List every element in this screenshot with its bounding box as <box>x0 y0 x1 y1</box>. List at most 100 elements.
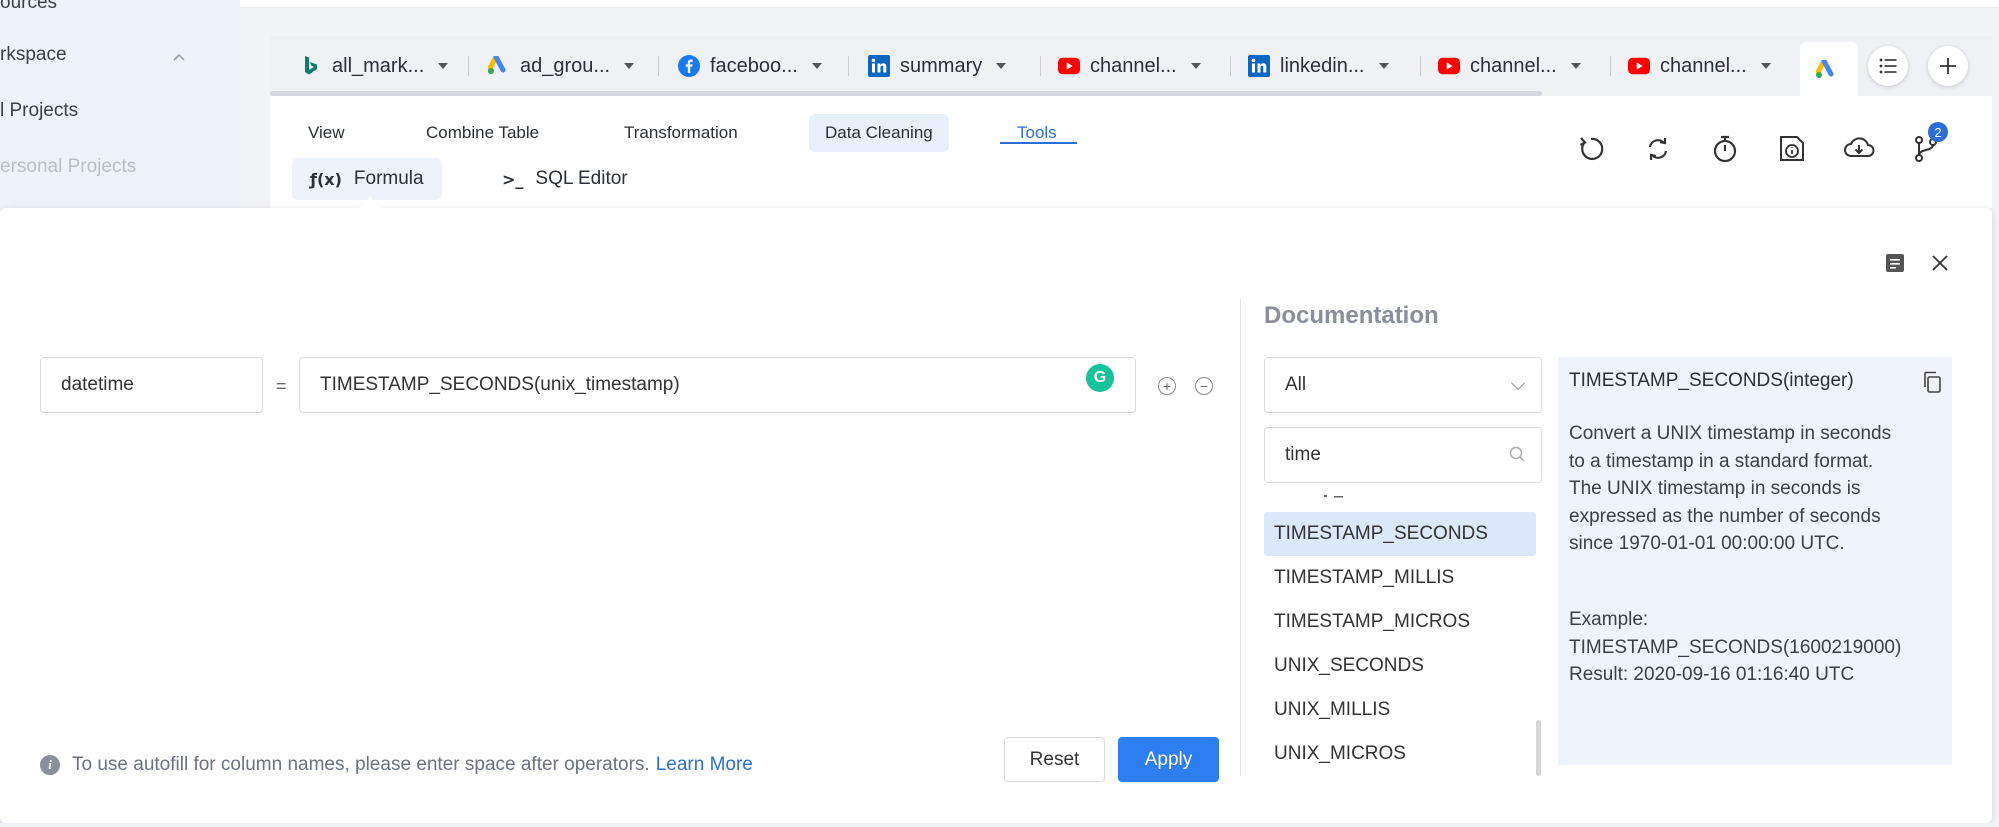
google-ads-icon <box>488 55 510 77</box>
tab-label: all_mark... <box>332 54 425 77</box>
tab-list-button[interactable] <box>1868 46 1908 86</box>
undo-icon <box>1579 137 1604 161</box>
formula-tool-label: Formula <box>353 168 424 189</box>
menu-data-cleaning[interactable]: Data Cleaning <box>809 114 949 152</box>
formula-expression-input[interactable]: TIMESTAMP_SECONDS(unix_timestamp) <box>299 357 1136 413</box>
tab-ad-groups[interactable]: ad_grou... <box>488 36 635 96</box>
tab-summary[interactable]: summary <box>868 36 1007 96</box>
function-item[interactable]: UNIX_MILLIS <box>1264 688 1536 732</box>
autofill-hint: i To use autofill for column names, plea… <box>40 754 753 776</box>
tab-linkedin[interactable]: linkedin... <box>1248 36 1389 96</box>
function-list-scrollbar[interactable] <box>1536 720 1541 776</box>
documentation-title: Documentation <box>1264 302 1439 329</box>
tab-active[interactable] <box>1800 42 1858 96</box>
chevron-up-icon[interactable] <box>172 50 186 64</box>
notification-badge: 2 <box>1928 122 1948 142</box>
caret-down-icon[interactable] <box>624 63 635 69</box>
plus-icon <box>1940 58 1956 74</box>
stopwatch-icon <box>1713 135 1737 163</box>
function-item[interactable]: UNIX_SECONDS <box>1264 644 1536 688</box>
caret-down-icon[interactable] <box>811 63 822 69</box>
menu-view[interactable]: View <box>292 114 361 152</box>
youtube-icon <box>1058 55 1080 77</box>
close-icon[interactable] <box>1929 252 1951 274</box>
dialog-divider <box>1240 298 1241 776</box>
sidebar-item-all-projects[interactable]: l Projects <box>0 100 78 122</box>
sidebar-item-resources[interactable]: ources <box>0 0 57 14</box>
tab-label: linkedin... <box>1280 54 1365 77</box>
column-name-input[interactable]: datetime <box>40 357 263 413</box>
tab-youtube-channel-2[interactable]: channel... <box>1438 36 1581 96</box>
example-result: Result: 2020-09-16 01:16:40 UTC <box>1569 664 1855 685</box>
function-search-input[interactable]: time <box>1264 427 1542 483</box>
reset-button[interactable]: Reset <box>1004 737 1105 782</box>
tab-label: channel... <box>1090 54 1177 77</box>
sidebar-item-personal-projects[interactable]: ersonal Projects <box>0 156 136 178</box>
caret-down-icon[interactable] <box>438 63 449 69</box>
equals-sign: = <box>276 376 287 396</box>
apply-button[interactable]: Apply <box>1118 737 1219 782</box>
grammarly-icon[interactable]: G <box>1086 364 1114 392</box>
function-item[interactable]: UNIX_MICROS <box>1264 732 1536 776</box>
youtube-icon <box>1628 55 1650 77</box>
active-menu-underline <box>1000 142 1077 144</box>
menu-transformation[interactable]: Transformation <box>608 114 754 152</box>
tab-facebook[interactable]: faceboo... <box>678 36 822 96</box>
action-icon-panel <box>1545 96 1992 208</box>
caret-down-icon[interactable] <box>996 63 1007 69</box>
refresh-icon <box>1648 138 1668 160</box>
hint-text: To use autofill for column names, please… <box>72 754 650 775</box>
function-item[interactable]: TIMESTAMP_SECONDS <box>1264 512 1536 556</box>
function-description: Convert a UNIX timestamp in seconds to a… <box>1569 423 1892 554</box>
tab-separator <box>1040 56 1041 76</box>
timer-button[interactable] <box>1708 132 1742 166</box>
caret-down-icon[interactable] <box>1570 63 1581 69</box>
caret-down-icon[interactable] <box>1760 63 1771 69</box>
add-tab-button[interactable] <box>1928 46 1968 86</box>
caret-down-icon[interactable] <box>1190 63 1201 69</box>
linkedin-icon <box>868 55 890 77</box>
menu-tools[interactable]: Tools <box>1001 114 1073 152</box>
function-signature: TIMESTAMP_SECONDS(integer) <box>1569 370 1854 391</box>
linkedin-icon <box>1248 55 1270 77</box>
function-item[interactable]: TIMESTAMP_MICROS <box>1264 600 1536 644</box>
category-select[interactable]: All <box>1264 357 1542 413</box>
notes-icon[interactable] <box>1884 252 1906 274</box>
tab-separator <box>658 56 659 76</box>
function-item[interactable]: TIMESTAMP_MILLIS <box>1264 556 1536 600</box>
cloud-download-button[interactable] <box>1842 132 1876 166</box>
menu-combine-table[interactable]: Combine Table <box>410 114 555 152</box>
chevron-down-icon <box>1510 375 1526 391</box>
top-strip <box>240 0 1999 8</box>
learn-more-link[interactable]: Learn More <box>656 754 753 776</box>
toolbar-panel: View Combine Table Transformation Data C… <box>270 96 1545 208</box>
sql-editor-label: SQL Editor <box>535 168 628 189</box>
function-list: TIMESTAMP_SECONDS TIMESTAMP_MILLIS TIMES… <box>1264 492 1536 776</box>
function-search-value: time <box>1285 444 1321 465</box>
tab-all-marketing[interactable]: all_mark... <box>300 36 449 96</box>
example-label: Example: <box>1569 609 1649 630</box>
add-formula-button[interactable]: + <box>1158 377 1176 395</box>
category-select-value: All <box>1285 374 1307 395</box>
copy-icon[interactable] <box>1922 371 1942 393</box>
documentation-panel <box>1558 357 1952 765</box>
tab-separator <box>1230 56 1231 76</box>
info-button[interactable] <box>1775 132 1809 166</box>
sql-editor-button[interactable]: >_ SQL Editor <box>484 158 646 200</box>
undo-button[interactable] <box>1574 132 1608 166</box>
bottom-strip <box>0 823 1999 827</box>
facebook-icon <box>678 55 700 77</box>
caret-down-icon[interactable] <box>1378 63 1389 69</box>
tab-youtube-channel-3[interactable]: channel... <box>1628 36 1771 96</box>
tab-label: ad_grou... <box>520 54 611 77</box>
sidebar-item-workspace[interactable]: rkspace <box>0 44 67 66</box>
remove-formula-button[interactable]: − <box>1195 377 1213 395</box>
tab-label: channel... <box>1470 54 1557 77</box>
tab-label: summary <box>900 54 983 77</box>
function-icon: ƒ(x) <box>310 169 342 189</box>
tab-youtube-channel-1[interactable]: channel... <box>1058 36 1201 96</box>
example-code: TIMESTAMP_SECONDS(1600219000) <box>1569 636 1902 658</box>
formula-tool-button[interactable]: ƒ(x) Formula <box>292 158 442 200</box>
refresh-button[interactable] <box>1641 132 1675 166</box>
table-tab-bar: all_mark... ad_grou... faceboo... summar… <box>270 36 1992 96</box>
